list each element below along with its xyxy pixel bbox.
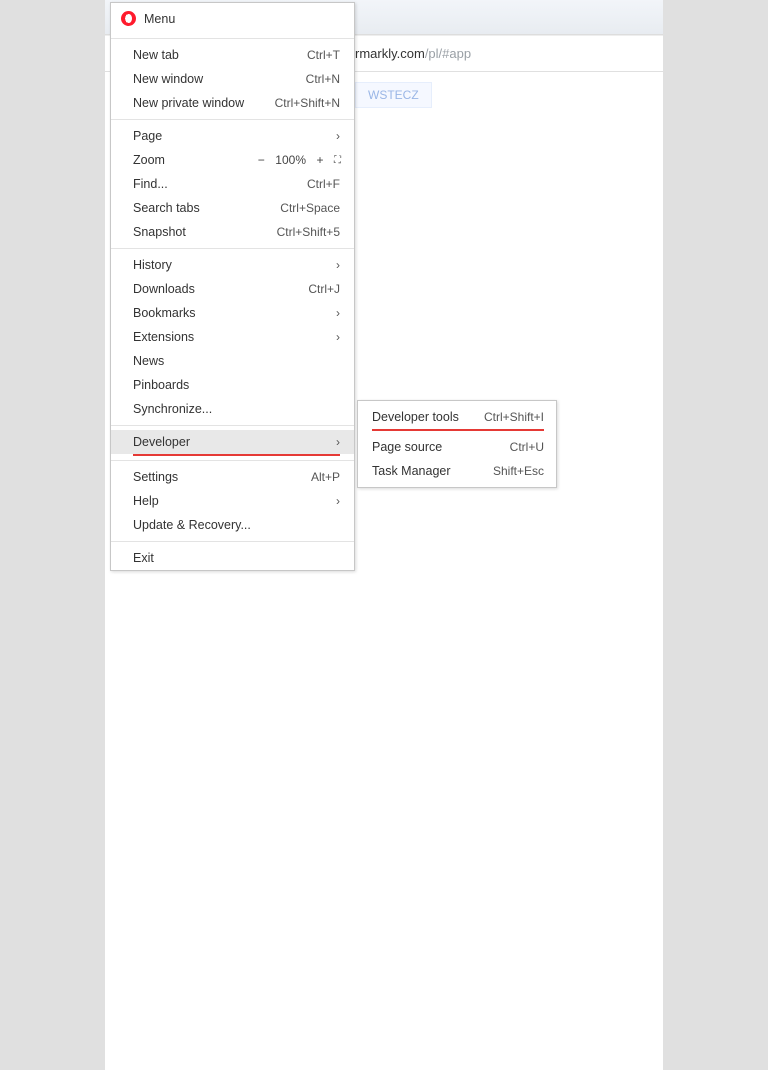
- separator: [111, 425, 354, 426]
- menu-item-page[interactable]: Page ›: [111, 124, 354, 148]
- separator: [111, 248, 354, 249]
- zoom-out-button[interactable]: −: [255, 153, 267, 167]
- separator: [111, 119, 354, 120]
- fullscreen-icon[interactable]: ⛶: [334, 155, 340, 166]
- menu-item-news[interactable]: News: [111, 349, 354, 373]
- menu-item-extensions[interactable]: Extensions ›: [111, 325, 354, 349]
- opera-main-menu: Menu New tab Ctrl+T New window Ctrl+N Ne…: [110, 2, 355, 571]
- zoom-value: 100%: [275, 153, 306, 167]
- chevron-right-icon: ›: [336, 494, 340, 508]
- menu-item-zoom: Zoom − 100% + ⛶: [111, 148, 354, 172]
- menu-item-find[interactable]: Find... Ctrl+F: [111, 172, 354, 196]
- zoom-in-button[interactable]: +: [314, 153, 326, 167]
- chevron-right-icon: ›: [336, 306, 340, 320]
- separator: [111, 38, 354, 39]
- menu-item-snapshot[interactable]: Snapshot Ctrl+Shift+5: [111, 220, 354, 244]
- back-button[interactable]: WSTECZ: [355, 82, 432, 108]
- chevron-right-icon: ›: [336, 330, 340, 344]
- opera-icon: [121, 11, 136, 26]
- url-host: rmarkly.com: [355, 46, 425, 61]
- submenu-item-task-manager[interactable]: Task Manager Shift+Esc: [358, 459, 556, 483]
- separator: [111, 460, 354, 461]
- menu-item-developer[interactable]: Developer ›: [111, 430, 354, 454]
- highlight-underline: [133, 454, 340, 456]
- menu-item-synchronize[interactable]: Synchronize...: [111, 397, 354, 421]
- menu-item-bookmarks[interactable]: Bookmarks ›: [111, 301, 354, 325]
- highlight-underline: [372, 429, 544, 431]
- menu-item-new-private[interactable]: New private window Ctrl+Shift+N: [111, 91, 354, 115]
- menu-header: Menu: [111, 3, 354, 34]
- chevron-right-icon: ›: [336, 129, 340, 143]
- menu-item-downloads[interactable]: Downloads Ctrl+J: [111, 277, 354, 301]
- menu-item-new-tab[interactable]: New tab Ctrl+T: [111, 43, 354, 67]
- menu-item-settings[interactable]: Settings Alt+P: [111, 465, 354, 489]
- menu-item-exit[interactable]: Exit: [111, 546, 354, 570]
- menu-title: Menu: [144, 12, 175, 26]
- menu-item-search-tabs[interactable]: Search tabs Ctrl+Space: [111, 196, 354, 220]
- submenu-item-devtools[interactable]: Developer tools Ctrl+Shift+I: [358, 405, 556, 429]
- chevron-right-icon: ›: [336, 435, 340, 449]
- submenu-item-page-source[interactable]: Page source Ctrl+U: [358, 435, 556, 459]
- menu-item-history[interactable]: History ›: [111, 253, 354, 277]
- menu-item-help[interactable]: Help ›: [111, 489, 354, 513]
- separator: [111, 541, 354, 542]
- menu-item-new-window[interactable]: New window Ctrl+N: [111, 67, 354, 91]
- chevron-right-icon: ›: [336, 258, 340, 272]
- developer-submenu: Developer tools Ctrl+Shift+I Page source…: [357, 400, 557, 488]
- menu-item-pinboards[interactable]: Pinboards: [111, 373, 354, 397]
- menu-item-update-recovery[interactable]: Update & Recovery...: [111, 513, 354, 537]
- url-path: /pl/#app: [425, 46, 471, 61]
